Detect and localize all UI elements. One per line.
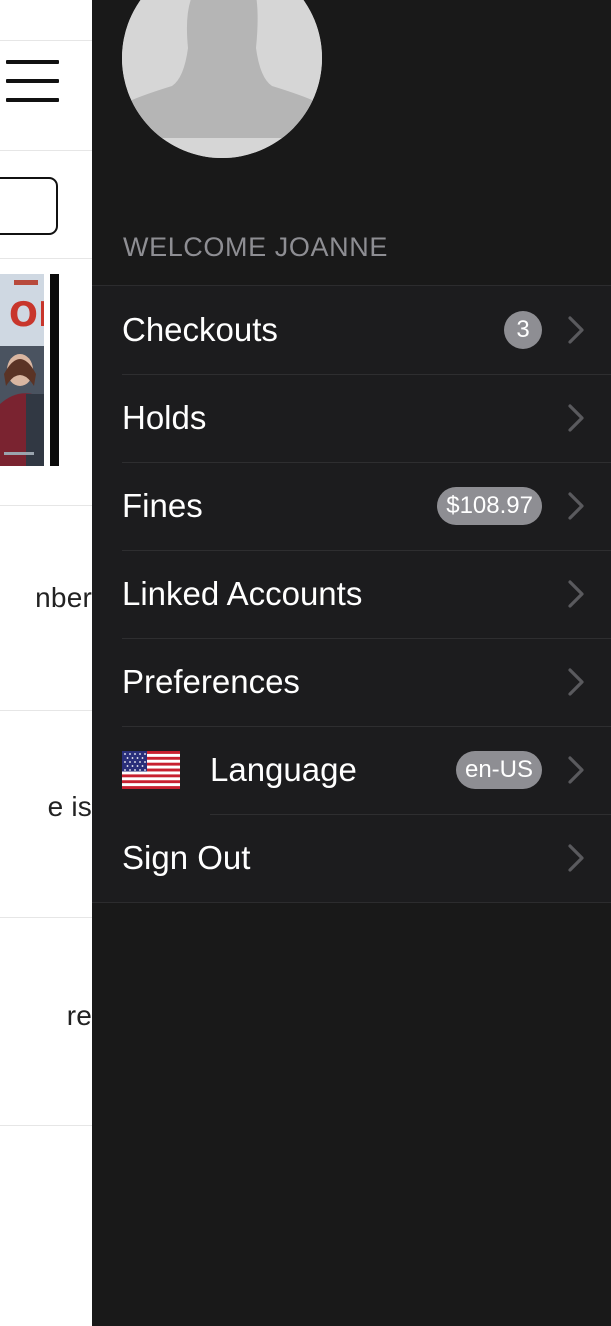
book-cover-image[interactable]: OB [0, 274, 44, 466]
menu-item-label: Language [210, 751, 357, 788]
menu-item-checkouts[interactable]: Checkouts 3 [92, 286, 611, 374]
menu-item-fines[interactable]: Fines $108.97 [92, 462, 611, 550]
menu-item-label: Sign Out [122, 839, 251, 876]
list-item-text: nber [35, 582, 92, 613]
chevron-right-icon [567, 667, 585, 697]
svg-text:OB: OB [9, 295, 44, 335]
menu-item-sign-out[interactable]: Sign Out [92, 814, 611, 902]
chevron-right-icon [567, 315, 585, 345]
menu-item-holds[interactable]: Holds [92, 374, 611, 462]
list-item-text: re [66, 1000, 92, 1031]
book-cover-image[interactable] [50, 274, 59, 466]
divider [0, 40, 92, 41]
menu-item-label: Checkouts [122, 311, 278, 348]
checkouts-count-badge: 3 [504, 311, 542, 349]
menu-item-label: Holds [122, 399, 207, 436]
hamburger-menu-icon[interactable] [6, 60, 59, 106]
menu-item-linked-accounts[interactable]: Linked Accounts [92, 550, 611, 638]
divider [0, 917, 92, 918]
chevron-right-icon [567, 403, 585, 433]
menu-item-label: Linked Accounts [122, 575, 363, 612]
fines-amount-badge: $108.97 [437, 487, 542, 525]
divider [0, 710, 92, 711]
list-item-text: e is [47, 791, 92, 822]
side-drawer: WELCOME JOANNE Checkouts 3 Holds Fines $… [92, 0, 611, 1326]
chevron-right-icon [567, 491, 585, 521]
divider [0, 150, 92, 151]
menu-item-label: Fines [122, 487, 203, 524]
language-code-badge: en-US [455, 751, 542, 789]
menu-item-label: Preferences [122, 663, 300, 700]
divider [0, 505, 92, 506]
divider [0, 258, 92, 259]
account-menu: Checkouts 3 Holds Fines $108.97 Linked A… [92, 285, 611, 903]
divider [0, 1125, 92, 1126]
underlying-page: OB nber e is re [0, 0, 92, 1326]
us-flag-icon [122, 751, 180, 789]
welcome-heading: WELCOME JOANNE [123, 232, 388, 262]
default-avatar-icon[interactable] [122, 0, 322, 158]
menu-item-preferences[interactable]: Preferences [92, 638, 611, 726]
chevron-right-icon [567, 843, 585, 873]
menu-item-language[interactable]: Language en-US [92, 726, 611, 814]
chevron-right-icon [567, 579, 585, 609]
search-input[interactable] [0, 177, 58, 235]
chevron-right-icon [567, 755, 585, 785]
